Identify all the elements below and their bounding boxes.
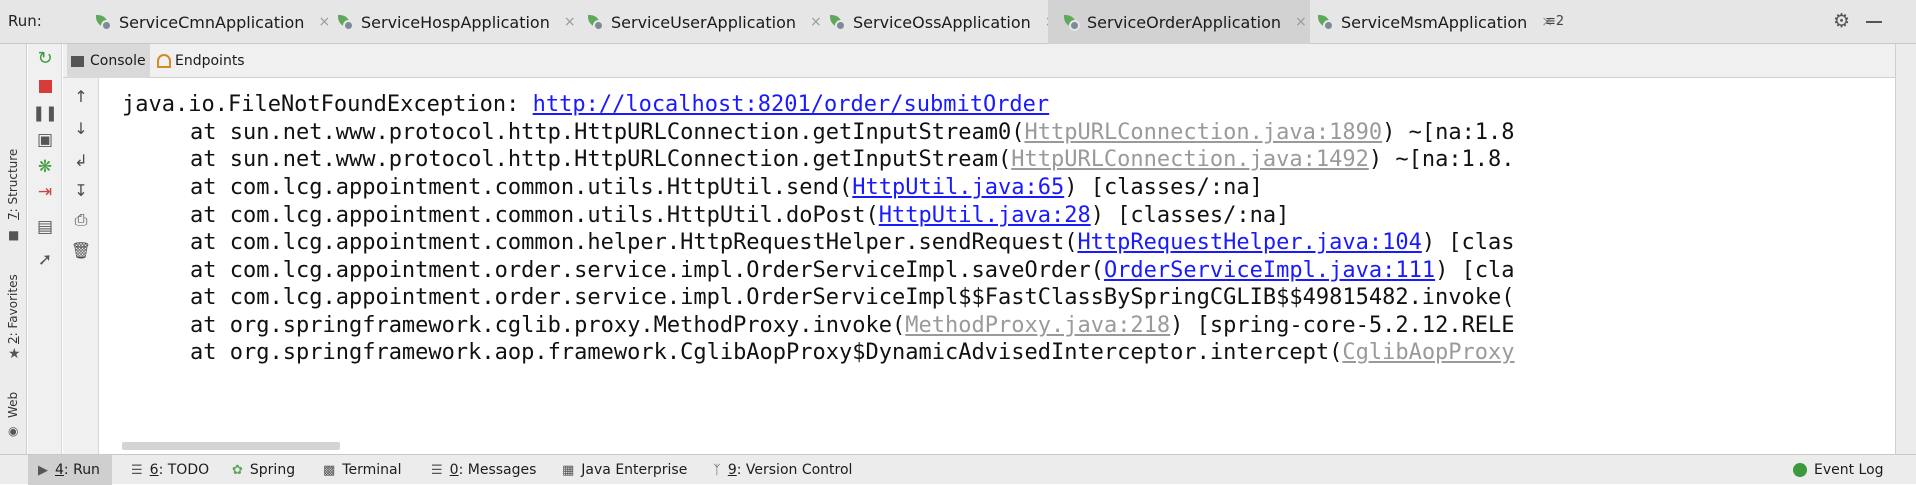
source-link[interactable]: CglibAopProxy	[1342, 340, 1514, 365]
web-tool-button[interactable]: Web	[6, 392, 20, 418]
tab-label: ServiceOrderApplication	[1087, 12, 1281, 32]
java-enterprise-icon: ▦	[562, 462, 575, 478]
spring-boot-icon	[336, 14, 354, 31]
tab-label: ServiceUserApplication	[611, 12, 796, 32]
stack-frame-line: at com.lcg.appointment.common.helper.Htt…	[190, 230, 1515, 255]
run-label: Run:	[8, 12, 42, 30]
stack-frame-line: at com.lcg.appointment.common.utils.Http…	[190, 175, 1263, 200]
exception-url-link[interactable]: http://localhost:8201/order/submitOrder	[533, 92, 1050, 117]
tab-service-oss[interactable]: ServiceOssApplication ×	[818, 0, 1057, 44]
pin-icon[interactable]: ➚	[28, 247, 62, 273]
pause-icon[interactable]: ❚❚	[28, 100, 62, 126]
tab-endpoints[interactable]: Endpoints	[153, 44, 249, 78]
scroll-to-end-icon[interactable]: ↧	[63, 178, 99, 202]
soft-wrap-icon[interactable]: ↲	[63, 148, 99, 172]
stop-icon[interactable]	[28, 73, 62, 99]
trash-icon[interactable]: 🗑	[63, 238, 99, 262]
version-control-icon: ᛉ	[713, 462, 721, 478]
stack-frame-line: at org.springframework.aop.framework.Cgl…	[190, 340, 1515, 365]
debug-icon[interactable]: ❋	[28, 154, 62, 180]
bottom-tool-bar: ▶ 4: Run ☰ 6: TODO ✿ Spring ▩ Terminal ☰…	[0, 454, 1916, 485]
print-icon[interactable]: ⎙	[63, 208, 99, 232]
minimize-icon[interactable]	[1866, 21, 1882, 23]
source-link[interactable]: HttpURLConnection.java:1890	[1024, 120, 1382, 145]
gear-icon[interactable]: ⚙	[1833, 10, 1850, 32]
source-link[interactable]: MethodProxy.java:218	[905, 313, 1170, 338]
stack-frame-line: at sun.net.www.protocol.http.HttpURLConn…	[190, 120, 1515, 145]
down-arrow-icon[interactable]: ↓	[63, 116, 99, 140]
console-icon	[71, 55, 84, 67]
run-icon: ▶	[38, 462, 48, 478]
tab-list-icon[interactable]: ≡2	[1545, 14, 1564, 29]
right-tool-stripe	[1895, 44, 1916, 454]
todo-icon: ☰	[131, 462, 143, 478]
tool-todo[interactable]: ☰ 6: TODO	[131, 455, 209, 485]
structure-icon: ■	[8, 228, 20, 242]
console-subtabs: Console Endpoints	[63, 44, 1916, 78]
tool-spring[interactable]: ✿ Spring	[232, 455, 295, 485]
console-output[interactable]: java.io.FileNotFoundException: http://lo…	[100, 78, 1895, 454]
structure-tool-button[interactable]: 7: Structure	[6, 149, 20, 220]
tab-service-order[interactable]: ServiceOrderApplication ×	[1048, 0, 1310, 44]
tab-label: ServiceCmnApplication	[119, 12, 305, 32]
exit-icon[interactable]: ⇥	[28, 179, 62, 205]
stack-frame-line: at com.lcg.appointment.order.service.imp…	[190, 285, 1515, 310]
camera-icon[interactable]: ▣	[28, 127, 62, 153]
stack-frame-line: at com.lcg.appointment.common.utils.Http…	[190, 203, 1290, 228]
tab-service-cmn[interactable]: ServiceCmnApplication ×	[84, 0, 330, 44]
left-tool-stripe: 7: Structure ■ 2: Favorites ★ Web ◉	[0, 44, 27, 454]
tab-label: ServiceOssApplication	[853, 12, 1031, 32]
tab-service-user[interactable]: ServiceUserApplication ×	[576, 0, 822, 44]
tab-console[interactable]: Console	[67, 44, 150, 78]
up-arrow-icon[interactable]: ↑	[63, 84, 99, 108]
spring-boot-icon	[828, 14, 846, 31]
source-link[interactable]: HttpUtil.java:65	[852, 175, 1064, 200]
close-icon[interactable]: ×	[564, 14, 576, 30]
spring-boot-icon	[586, 14, 604, 31]
close-icon[interactable]: ×	[1295, 14, 1307, 30]
tool-version-control[interactable]: ᛉ 9: Version Control	[713, 455, 852, 485]
console-toolbar: ↑ ↓ ↲ ↧ ⎙ 🗑	[63, 78, 99, 454]
source-link[interactable]: HttpURLConnection.java:1492	[1011, 147, 1369, 172]
horizontal-scrollbar[interactable]	[122, 442, 340, 450]
event-log-icon	[1793, 463, 1807, 477]
tool-run[interactable]: ▶ 4: Run	[28, 455, 112, 485]
spring-boot-icon	[94, 14, 112, 31]
stack-frame-line: at org.springframework.cglib.proxy.Metho…	[190, 313, 1515, 338]
source-link[interactable]: HttpUtil.java:28	[879, 203, 1091, 228]
tab-label: ServiceHospApplication	[361, 12, 550, 32]
tab-label: ServiceMsmApplication	[1341, 12, 1528, 32]
source-link[interactable]: OrderServiceImpl.java:111	[1104, 258, 1435, 283]
spring-boot-icon	[1062, 14, 1080, 31]
star-icon: ★	[8, 346, 21, 362]
tool-messages[interactable]: ☰ 0: Messages	[431, 455, 536, 485]
spring-icon: ✿	[232, 462, 243, 478]
terminal-icon: ▩	[323, 462, 336, 478]
run-tab-bar: Run: ServiceCmnApplication × ServiceHosp…	[0, 0, 1916, 44]
globe-icon: ◉	[8, 424, 19, 438]
layout-icon[interactable]: ▤	[28, 214, 62, 240]
spring-boot-icon	[1316, 14, 1334, 31]
endpoints-icon	[157, 54, 171, 68]
exception-line: java.io.FileNotFoundException: http://lo…	[122, 92, 1050, 117]
tool-java-enterprise[interactable]: ▦ Java Enterprise	[562, 455, 687, 485]
tab-service-hosp[interactable]: ServiceHospApplication ×	[326, 0, 576, 44]
source-link[interactable]: HttpRequestHelper.java:104	[1077, 230, 1421, 255]
stack-frame-line: at com.lcg.appointment.order.service.imp…	[190, 258, 1515, 283]
run-toolbar: ↻ ❚❚ ▣ ❋ ⇥ ▤ ➚	[28, 44, 62, 454]
tool-event-log[interactable]: Event Log	[1793, 455, 1884, 485]
favorites-tool-button[interactable]: 2: Favorites	[6, 274, 20, 344]
tool-terminal[interactable]: ▩ Terminal	[323, 455, 401, 485]
stack-frame-line: at sun.net.www.protocol.http.HttpURLConn…	[190, 147, 1515, 172]
messages-icon: ☰	[431, 462, 443, 478]
rerun-icon[interactable]: ↻	[28, 45, 62, 71]
tab-service-msm[interactable]: ServiceMsmApplication ×	[1306, 0, 1553, 44]
